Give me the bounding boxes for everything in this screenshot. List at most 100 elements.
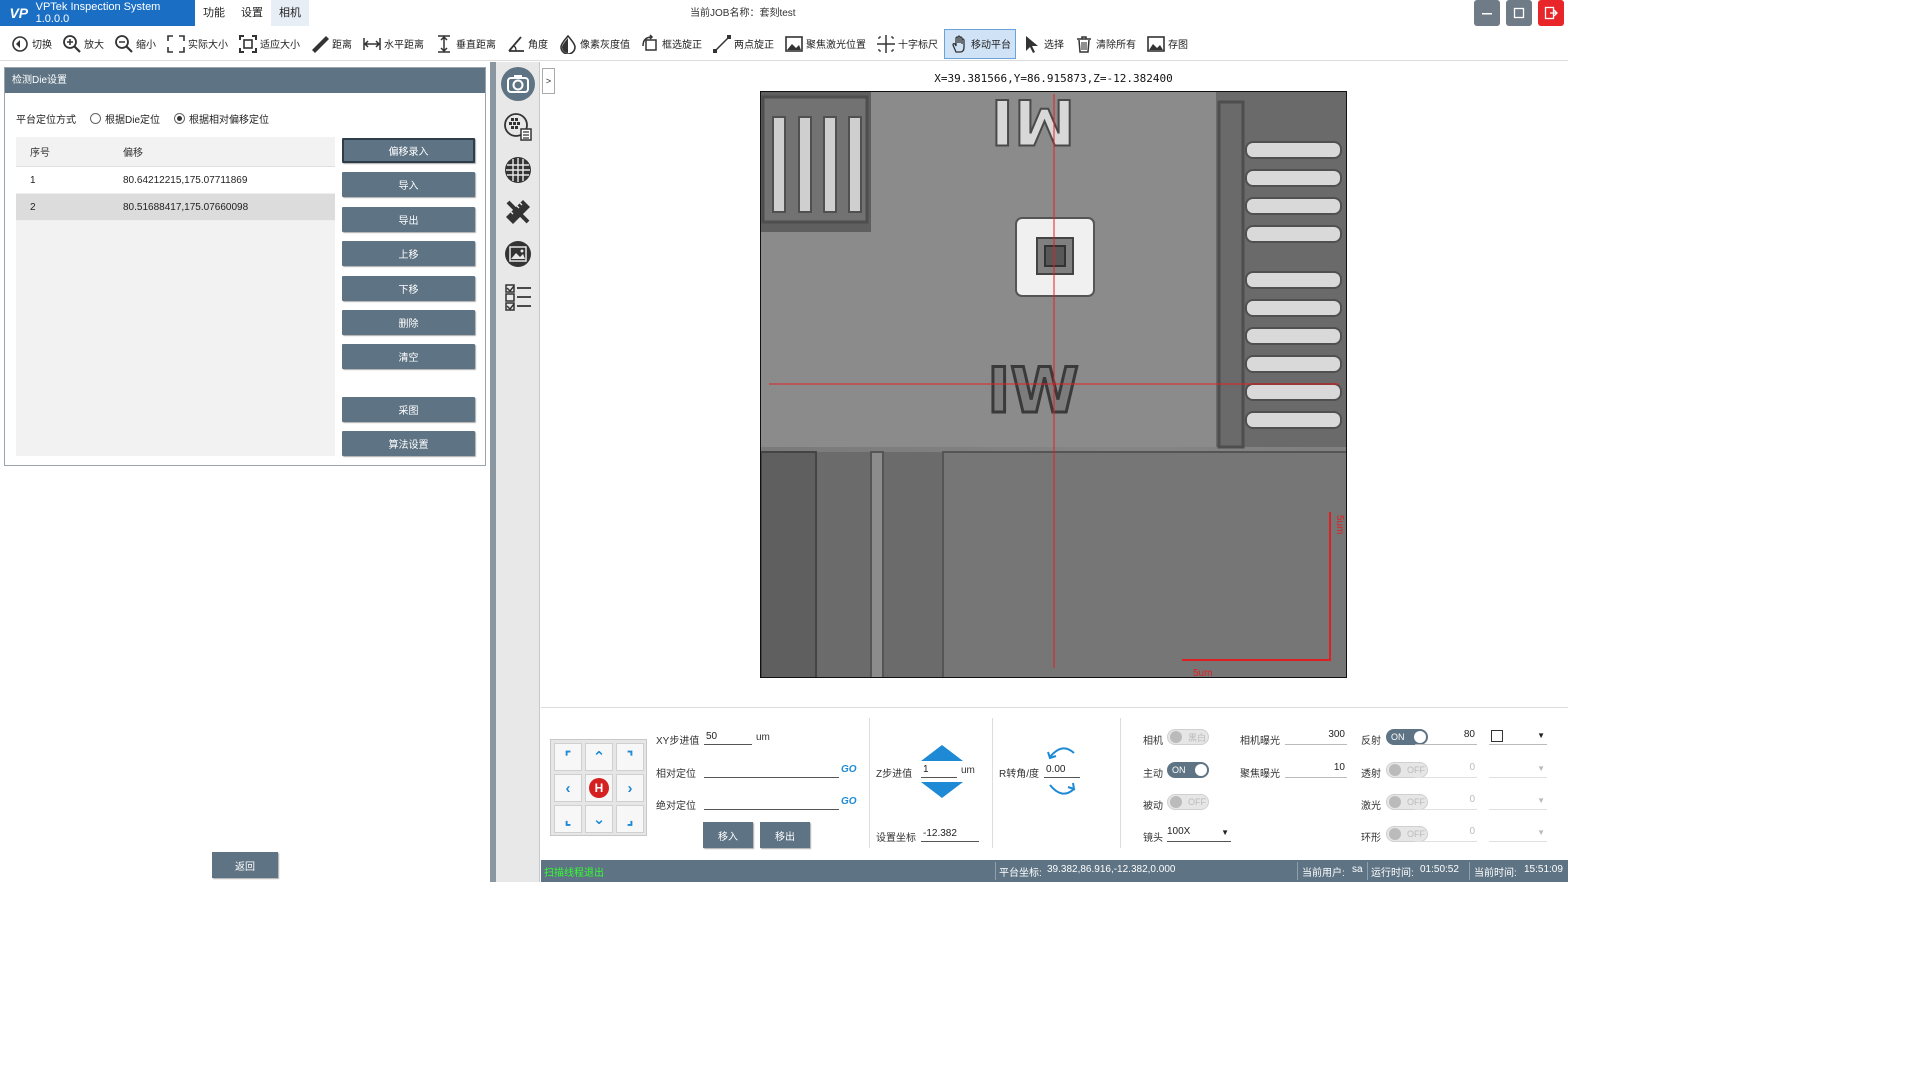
move-in-button[interactable]: 移入 — [703, 822, 753, 848]
absolute-go-button[interactable]: GO — [841, 796, 857, 807]
offset-entry-button[interactable]: 偏移录入 — [342, 138, 475, 163]
move-up-right-button[interactable]: ⌝ — [616, 743, 644, 771]
move-stage-tool-button[interactable]: 移动平台 — [944, 28, 1016, 59]
active-toggle[interactable]: ON — [1167, 762, 1209, 778]
distance-tool-button[interactable]: 距离 — [306, 29, 356, 59]
two-point-tool-button[interactable]: 两点旋正 — [708, 29, 778, 59]
clear-all-tool-button[interactable]: 清除所有 — [1070, 29, 1140, 59]
expand-panel-button[interactable]: > — [542, 68, 555, 94]
h-distance-tool-button[interactable]: 水平距离 — [358, 29, 428, 59]
ring-input[interactable]: 0 — [1415, 826, 1477, 842]
z-step-input[interactable]: 1 — [921, 762, 957, 778]
exit-icon[interactable] — [1538, 0, 1564, 26]
passive-toggle[interactable]: OFF — [1167, 794, 1209, 810]
reflect-input[interactable]: 80 — [1415, 729, 1477, 745]
move-up-button[interactable]: ⌃ — [585, 743, 613, 771]
transmit-select[interactable]: ▼ — [1489, 762, 1547, 778]
checklist-icon[interactable] — [501, 280, 535, 314]
z-step-label: Z步进值 — [876, 769, 913, 780]
crosshair-icon — [876, 34, 896, 54]
clear-button[interactable]: 清空 — [342, 344, 475, 370]
cursor-icon — [1022, 34, 1042, 54]
move-right-button[interactable]: › — [616, 774, 644, 802]
save-image-icon — [1146, 34, 1166, 54]
minimize-icon[interactable] — [1474, 0, 1500, 26]
rotation-input[interactable]: 0.00 — [1044, 762, 1080, 778]
camera-icon[interactable] — [501, 67, 535, 101]
switch-tool-button[interactable]: 切换 — [6, 29, 56, 59]
lens-select[interactable]: 100X ▼ — [1167, 826, 1231, 842]
delete-button[interactable]: 删除 — [342, 309, 475, 335]
camera-image-view[interactable]: MI IW 5um 5um — [760, 91, 1347, 678]
radio-offset-positioning[interactable]: 根据相对偏移定位 — [174, 111, 269, 126]
camera-exposure-input[interactable]: 300 — [1285, 729, 1347, 745]
vertical-distance-icon — [434, 34, 454, 54]
focus-laser-tool-button[interactable]: 聚焦激光位置 — [780, 29, 870, 59]
measure-tools-icon[interactable] — [501, 195, 535, 229]
actual-size-tool-button[interactable]: 实际大小 — [162, 29, 232, 59]
microscope-image: MI IW 5um 5um — [761, 92, 1346, 677]
box-rotate-tool-button[interactable]: 框选旋正 — [636, 29, 706, 59]
maximize-icon[interactable] — [1506, 0, 1532, 26]
back-button[interactable]: 返回 — [212, 852, 278, 878]
tool-label: 十字标尺 — [898, 40, 938, 51]
move-up-button[interactable]: 上移 — [342, 241, 475, 267]
table-row[interactable]: 1 80.64212215,175.07711869 — [16, 167, 335, 194]
z-up-icon[interactable] — [921, 745, 963, 761]
z-unit: um — [961, 765, 975, 776]
ring-select[interactable]: ▼ — [1489, 826, 1547, 842]
laser-input[interactable]: 0 — [1415, 794, 1477, 810]
radio-die-positioning[interactable]: 根据Die定位 — [90, 111, 160, 126]
home-button[interactable]: H — [585, 774, 613, 802]
pixel-gray-tool-button[interactable]: 像素灰度值 — [554, 29, 634, 59]
import-button[interactable]: 导入 — [342, 172, 475, 198]
two-point-icon — [712, 34, 732, 54]
tool-label: 缩小 — [136, 40, 156, 51]
move-left-button[interactable]: ‹ — [554, 774, 582, 802]
mark-mi: MI — [991, 92, 1076, 158]
rotate-cw-icon[interactable] — [1047, 782, 1077, 798]
set-coordinate-input[interactable]: -12.382 — [921, 826, 979, 842]
move-out-button[interactable]: 移出 — [760, 822, 810, 848]
rotate-ccw-icon[interactable] — [1047, 744, 1077, 760]
relative-go-button[interactable]: GO — [841, 764, 857, 775]
z-down-icon[interactable] — [921, 782, 963, 798]
gallery-icon[interactable] — [501, 237, 535, 271]
algorithm-settings-button[interactable]: 算法设置 — [342, 431, 475, 457]
crosshair-tool-button[interactable]: 十字标尺 — [872, 29, 942, 59]
fit-size-tool-button[interactable]: 适应大小 — [234, 29, 304, 59]
row-index: 2 — [30, 201, 36, 213]
transmit-input[interactable]: 0 — [1415, 762, 1477, 778]
table-row-selected[interactable]: 2 80.51688417,175.07660098 — [16, 194, 335, 221]
xy-step-input[interactable]: 50 — [704, 729, 752, 745]
select-tool-button[interactable]: 选择 — [1018, 29, 1068, 59]
focus-exposure-input[interactable]: 10 — [1285, 762, 1347, 778]
move-down-right-button[interactable]: ⌟ — [616, 805, 644, 833]
capture-button[interactable]: 采图 — [342, 396, 475, 422]
export-button[interactable]: 导出 — [342, 206, 475, 232]
relative-position-input[interactable] — [704, 762, 839, 778]
stage-coords: 39.382,86.916,-12.382,0.000 — [1047, 864, 1176, 875]
zoom-out-tool-button[interactable]: 缩小 — [110, 29, 160, 59]
save-image-tool-button[interactable]: 存图 — [1142, 29, 1192, 59]
absolute-position-input[interactable] — [704, 794, 839, 810]
move-up-left-button[interactable]: ⌜ — [554, 743, 582, 771]
zoom-in-tool-button[interactable]: 放大 — [58, 29, 108, 59]
wafer-map-icon[interactable] — [501, 110, 535, 144]
ring-label: 环形 — [1361, 833, 1381, 844]
v-distance-tool-button[interactable]: 垂直距离 — [430, 29, 500, 59]
menu-settings[interactable]: 设置 — [233, 0, 271, 26]
move-down-button[interactable]: ⌄ — [585, 805, 613, 833]
grid-icon[interactable] — [501, 153, 535, 187]
menu-camera[interactable]: 相机 — [271, 0, 309, 26]
move-down-left-button[interactable]: ⌞ — [554, 805, 582, 833]
camera-mode-toggle[interactable]: 黑白 — [1167, 729, 1209, 745]
image-icon — [784, 34, 804, 54]
reflect-select[interactable]: ▼ — [1489, 729, 1547, 745]
menu-function[interactable]: 功能 — [195, 0, 233, 26]
home-icon: H — [589, 778, 609, 798]
laser-select[interactable]: ▼ — [1489, 794, 1547, 810]
angle-tool-button[interactable]: 角度 — [502, 29, 552, 59]
move-down-button[interactable]: 下移 — [342, 275, 475, 301]
lens-label: 镜头 — [1143, 833, 1163, 844]
